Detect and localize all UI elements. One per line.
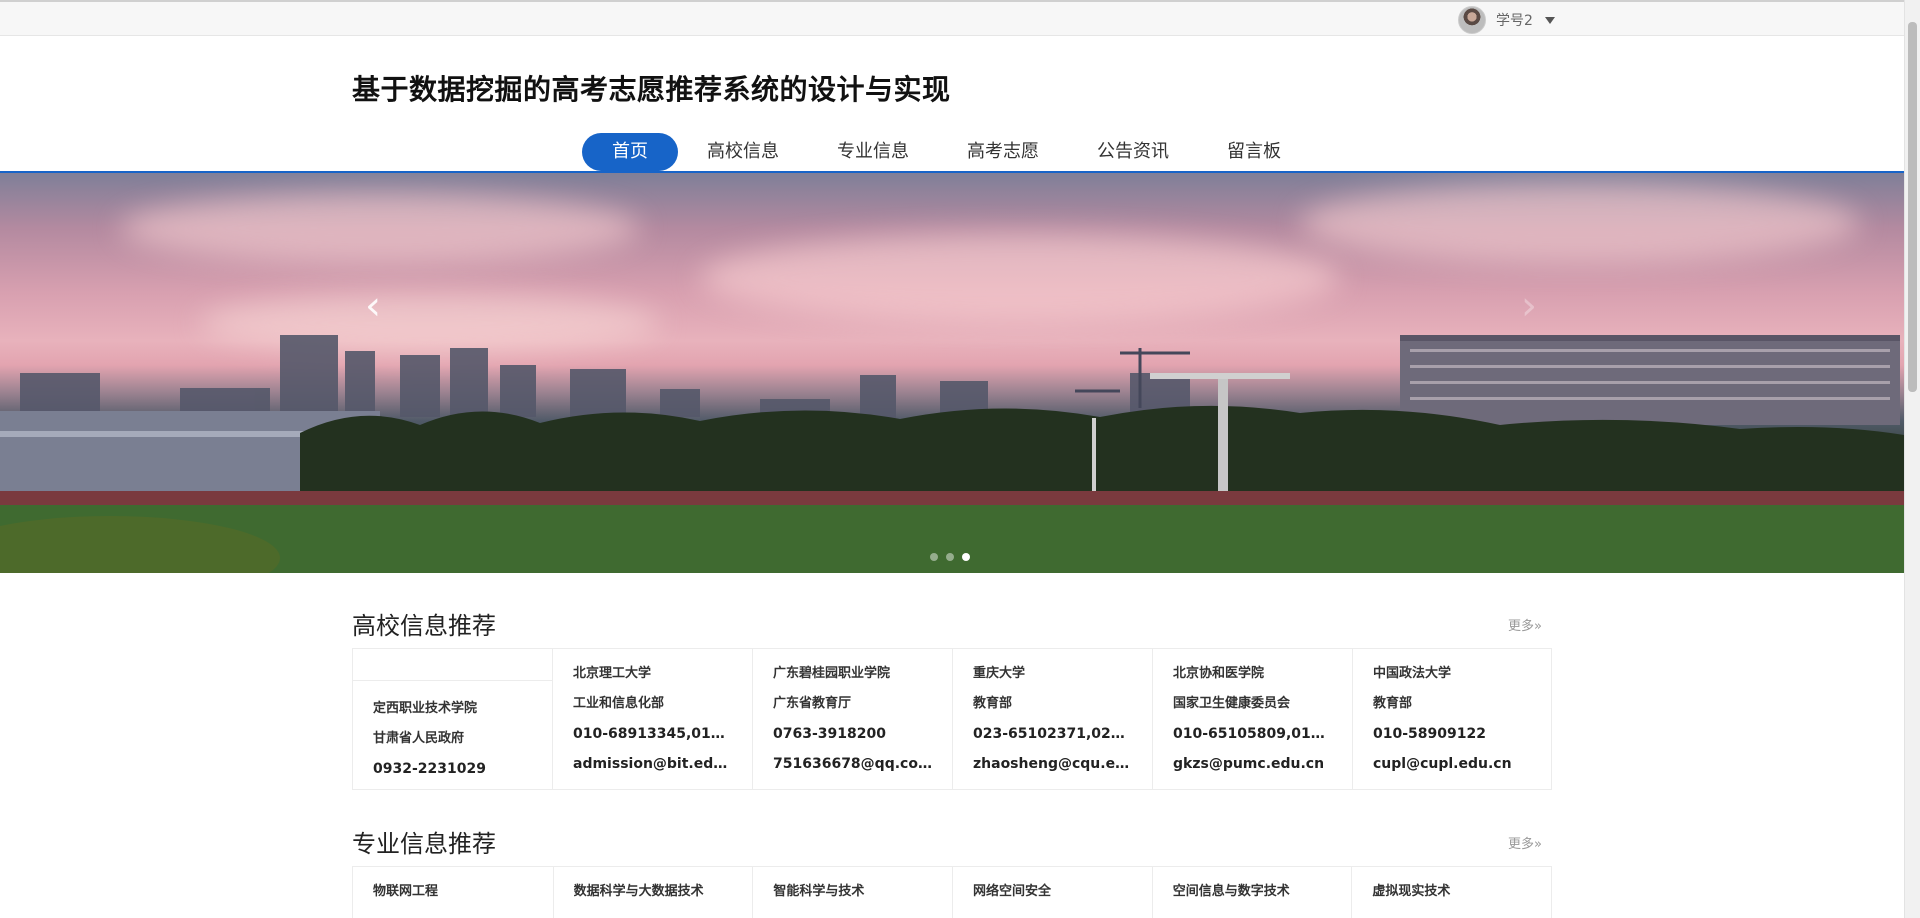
carousel-indicators	[930, 553, 970, 561]
colleges-section-title: 高校信息推荐	[352, 612, 496, 640]
majors-card-row: 物联网工程 数据科学与大数据技术 智能科学与技术 网络空间安全 空间信息与数字技…	[352, 866, 1552, 918]
user-menu[interactable]: 学号2	[1458, 6, 1555, 34]
college-dept: 工业和信息化部	[573, 696, 665, 711]
site-title: 基于数据挖掘的高考志愿推荐系统的设计与实现	[352, 73, 951, 106]
college-email: gkzs@pumc.edu.cn	[1173, 756, 1325, 772]
college-name[interactable]: 北京理工大学	[573, 659, 732, 689]
avatar[interactable]	[1458, 6, 1486, 34]
college-email: cupl@cupl.edu.cn	[1373, 756, 1512, 772]
major-card[interactable]: 虚拟现实技术	[1351, 867, 1551, 918]
college-name[interactable]: 中国政法大学	[1373, 659, 1531, 689]
college-phone: 010-58909122	[1373, 726, 1486, 742]
college-phone: 0932-2231029	[373, 761, 486, 777]
nav-item-colleges[interactable]: 高校信息	[678, 133, 808, 171]
carousel-next-button[interactable]: ›	[1512, 281, 1546, 331]
college-email: 751636678@qq.com	[773, 756, 932, 772]
college-card[interactable]: 定西职业技术学院 甘肃省人民政府 0932-2231029	[353, 649, 552, 789]
nav-item-home[interactable]: 首页	[582, 133, 678, 171]
college-email: admission@bit.edu.cn	[573, 756, 732, 772]
major-name[interactable]: 数据科学与大数据技术	[574, 877, 733, 907]
nav-item-majors[interactable]: 专业信息	[808, 133, 938, 171]
banner-cityscape-image	[0, 335, 1904, 573]
major-card[interactable]: 数据科学与大数据技术	[552, 867, 753, 918]
college-dept: 教育部	[973, 696, 1013, 711]
college-card[interactable]: 广东碧桂园职业学院 广东省教育厅 0763-3918200 751636678@…	[752, 649, 952, 789]
carousel-dot[interactable]	[930, 553, 938, 561]
college-email: zhaosheng@cqu.ed...	[973, 756, 1132, 772]
banner-carousel[interactable]: ‹ ›	[0, 173, 1904, 573]
college-dept: 甘肃省人民政府	[373, 731, 465, 746]
nav-item-applications[interactable]: 高考志愿	[938, 133, 1068, 171]
college-dept: 教育部	[1373, 696, 1413, 711]
user-name[interactable]: 学号2	[1496, 10, 1533, 30]
college-card[interactable]: 中国政法大学 教育部 010-58909122 cupl@cupl.edu.cn	[1352, 649, 1551, 789]
college-card-body: 定西职业技术学院 甘肃省人民政府 0932-2231029	[353, 680, 552, 784]
nav-item-announcements[interactable]: 公告资讯	[1068, 133, 1198, 171]
college-dept: 广东省教育厅	[773, 696, 852, 711]
top-bar: 学号2	[0, 0, 1904, 36]
major-card[interactable]: 网络空间安全	[952, 867, 1152, 918]
nav-item-message-board[interactable]: 留言板	[1198, 133, 1310, 171]
major-name[interactable]: 空间信息与数字技术	[1173, 877, 1332, 907]
scrollbar-thumb[interactable]	[1908, 22, 1917, 392]
college-dept: 国家卫生健康委员会	[1173, 696, 1291, 711]
college-name[interactable]: 北京协和医学院	[1173, 659, 1332, 689]
college-name[interactable]: 定西职业技术学院	[373, 694, 532, 724]
colleges-card-row: 定西职业技术学院 甘肃省人民政府 0932-2231029 北京理工大学 工业和…	[352, 648, 1552, 790]
carousel-dot-active[interactable]	[962, 553, 970, 561]
college-phone: 010-65105809,010-...	[1173, 726, 1332, 742]
chevron-down-icon[interactable]	[1544, 16, 1555, 24]
college-card[interactable]: 北京理工大学 工业和信息化部 010-68913345,010-... admi…	[552, 649, 752, 789]
carousel-dot[interactable]	[946, 553, 954, 561]
main-nav: 首页 高校信息 专业信息 高考志愿 公告资讯 留言板	[582, 133, 1310, 171]
major-name[interactable]: 虚拟现实技术	[1372, 877, 1531, 907]
college-name[interactable]: 广东碧桂园职业学院	[773, 659, 932, 689]
colleges-more-link[interactable]: 更多»	[1508, 615, 1542, 634]
college-phone: 010-68913345,010-...	[573, 726, 732, 742]
college-phone: 023-65102371,023-...	[973, 726, 1132, 742]
carousel-prev-button[interactable]: ‹	[356, 281, 390, 331]
major-name[interactable]: 物联网工程	[373, 877, 533, 907]
majors-more-link[interactable]: 更多»	[1508, 833, 1542, 852]
college-phone: 0763-3918200	[773, 726, 886, 742]
majors-section-title: 专业信息推荐	[352, 830, 496, 858]
major-name[interactable]: 智能科学与技术	[773, 877, 932, 907]
college-card[interactable]: 北京协和医学院 国家卫生健康委员会 010-65105809,010-... g…	[1152, 649, 1352, 789]
college-card[interactable]: 重庆大学 教育部 023-65102371,023-... zhaosheng@…	[952, 649, 1152, 789]
major-card[interactable]: 智能科学与技术	[752, 867, 952, 918]
college-name[interactable]: 重庆大学	[973, 659, 1132, 689]
major-name[interactable]: 网络空间安全	[973, 877, 1132, 907]
major-card[interactable]: 物联网工程	[353, 867, 553, 918]
major-card[interactable]: 空间信息与数字技术	[1151, 867, 1352, 918]
